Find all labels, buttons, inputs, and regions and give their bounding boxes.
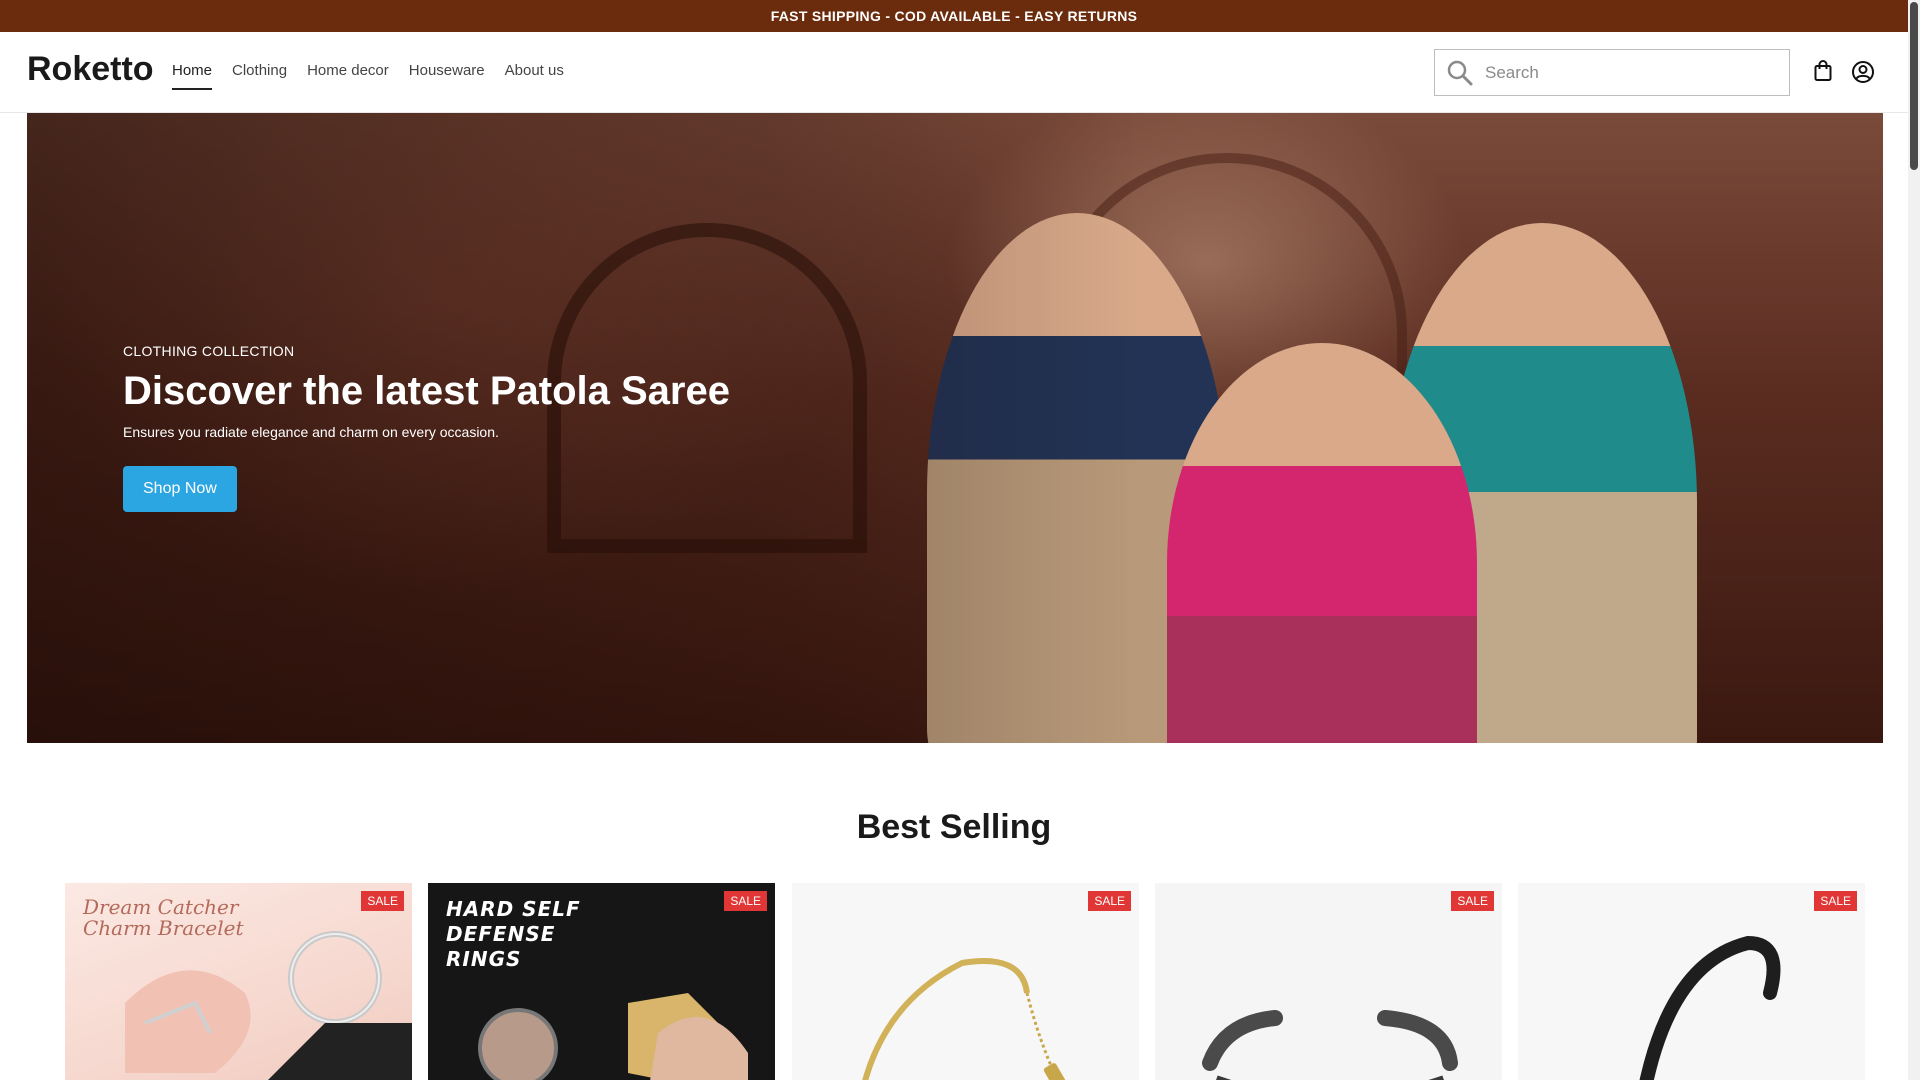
shop-now-button[interactable]: Shop Now <box>123 466 237 512</box>
product-card[interactable]: SALE <box>1518 883 1865 1080</box>
hero-banner: CLOTHING COLLECTION Discover the latest … <box>27 113 1883 743</box>
search-input[interactable] <box>1485 50 1785 95</box>
main-nav: Home Clothing Home decor Houseware About… <box>172 62 564 90</box>
nav-clothing[interactable]: Clothing <box>232 62 287 90</box>
announcement-bar: FAST SHIPPING - COD AVAILABLE - EASY RET… <box>0 0 1908 32</box>
sale-badge: SALE <box>724 891 767 911</box>
product-card[interactable]: Dream Catcher Charm Bracelet SALE <box>65 883 412 1080</box>
hero-title: Discover the latest Patola Saree <box>123 369 730 413</box>
sale-badge: SALE <box>1088 891 1131 911</box>
search-box <box>1434 49 1790 96</box>
nav-home[interactable]: Home <box>172 62 213 90</box>
product-grid: Dream Catcher Charm Bracelet SALE HARD S… <box>65 883 1865 1080</box>
account-icon[interactable] <box>1851 60 1875 84</box>
sale-badge: SALE <box>1451 891 1494 911</box>
gold-chain-image <box>862 958 1069 1080</box>
nav-home-decor[interactable]: Home decor <box>307 62 389 90</box>
product-card[interactable]: SALE <box>1155 883 1502 1080</box>
black-cuff-image <box>1202 1010 1458 1080</box>
nav-about-us[interactable]: About us <box>505 62 564 90</box>
product-card[interactable]: SALE <box>792 883 1139 1080</box>
site-header: Roketto Home Clothing Home decor Housewa… <box>0 32 1908 113</box>
sale-badge: SALE <box>361 891 404 911</box>
hero-eyebrow: CLOTHING COLLECTION <box>123 343 295 359</box>
search-icon[interactable] <box>1447 60 1473 86</box>
bracelet-image <box>125 931 412 1080</box>
black-bangle-image <box>1639 935 1781 1080</box>
scrollbar-thumb[interactable] <box>1910 2 1918 170</box>
hero-subtitle: Ensures you radiate elegance and charm o… <box>123 424 499 440</box>
product-card[interactable]: HARD SELF DEFENSE RINGS SALE <box>428 883 775 1080</box>
site-logo[interactable]: Roketto <box>27 50 154 89</box>
ring-image <box>478 993 748 1080</box>
scrollbar[interactable] <box>1908 0 1920 1080</box>
sale-badge: SALE <box>1814 891 1857 911</box>
nav-houseware[interactable]: Houseware <box>409 62 485 90</box>
hero-content: CLOTHING COLLECTION Discover the latest … <box>123 343 730 512</box>
best-selling-title: Best Selling <box>856 808 1052 846</box>
bag-icon[interactable] <box>1813 60 1833 82</box>
